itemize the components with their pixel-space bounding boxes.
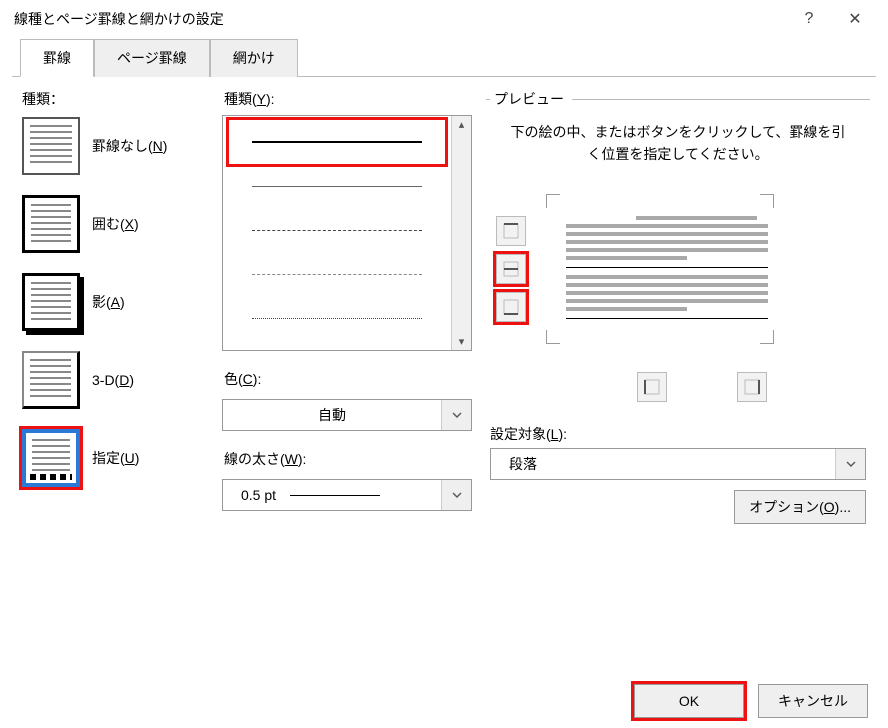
preview-legend: プレビュー [490, 89, 572, 109]
tab-shading[interactable]: 網かけ [210, 39, 298, 77]
line-style-solid[interactable] [229, 120, 445, 164]
setting-shadow-thumb [22, 273, 80, 331]
preview-left-border-button[interactable] [637, 372, 667, 402]
scroll-down-icon[interactable]: ▾ [452, 335, 471, 348]
setting-box-label: 囲む(X) [92, 214, 139, 234]
line-style-dot[interactable] [229, 296, 445, 340]
width-combo[interactable]: 0.5 pt [222, 479, 472, 511]
preview-instruction: 下の絵の中、またはボタンをクリックして、罫線を引く位置を指定してください。 [490, 117, 866, 178]
help-icon[interactable]: ? [786, 5, 832, 33]
ok-button[interactable]: OK [634, 684, 744, 718]
color-value: 自動 [223, 405, 441, 425]
title-bar: 線種とページ罫線と網かけの設定 ? ✕ [0, 0, 888, 38]
style-scrollbar[interactable]: ▴ ▾ [451, 116, 471, 350]
setting-3d-thumb [22, 351, 80, 409]
chevron-down-icon[interactable] [441, 400, 471, 430]
dialog-title: 線種とページ罫線と網かけの設定 [14, 9, 786, 29]
line-style-dash[interactable] [229, 208, 445, 252]
tab-borders[interactable]: 罫線 [20, 39, 94, 77]
color-heading: 色(C): [224, 369, 472, 389]
preview-top-border-button[interactable] [496, 216, 526, 246]
chevron-down-icon[interactable] [441, 480, 471, 510]
setting-shadow-label: 影(A) [92, 292, 125, 312]
style-column: 種類(Y): ▴ ▾ 色(C): 自動 線の太さ(W): 0.5 pt [222, 89, 472, 630]
dialog-footer: OK キャンセル [634, 684, 868, 718]
close-icon[interactable]: ✕ [832, 5, 878, 33]
line-style-dash-small[interactable] [229, 252, 445, 296]
line-style-list[interactable]: ▴ ▾ [222, 115, 472, 351]
setting-none-label: 罫線なし(N) [92, 136, 167, 156]
preview-right-border-button[interactable] [737, 372, 767, 402]
tab-page-border[interactable]: ページ罫線 [94, 39, 210, 77]
line-style-thin[interactable] [229, 164, 445, 208]
options-button[interactable]: オプション(O)... [734, 490, 866, 524]
style-heading: 種類(Y): [224, 89, 472, 109]
apply-to-heading: 設定対象(L): [490, 424, 866, 444]
preview-inside-h-border-button[interactable] [496, 254, 526, 284]
setting-3d[interactable]: 3-D(D) [18, 351, 208, 409]
cancel-button[interactable]: キャンセル [758, 684, 868, 718]
apply-to-value: 段落 [491, 454, 835, 474]
apply-to-combo[interactable]: 段落 [490, 448, 866, 480]
width-heading: 線の太さ(W): [224, 449, 472, 469]
setting-heading: 種類： [22, 89, 208, 109]
setting-custom[interactable]: 指定(U) [18, 429, 208, 487]
scroll-up-icon[interactable]: ▴ [452, 118, 471, 131]
tab-panel: 種類： 罫線なし(N) 囲む(X) 影(A) 3-D(D) 指定(U) 種類(Y… [12, 76, 876, 636]
preview-group: プレビュー 下の絵の中、またはボタンをクリックして、罫線を引く位置を指定してくだ… [486, 89, 870, 524]
setting-custom-label: 指定(U) [92, 448, 139, 468]
setting-box-thumb [22, 195, 80, 253]
setting-3d-label: 3-D(D) [92, 372, 134, 388]
setting-shadow[interactable]: 影(A) [18, 273, 208, 331]
color-combo[interactable]: 自動 [222, 399, 472, 431]
setting-custom-thumb [22, 429, 80, 487]
setting-none-thumb [22, 117, 80, 175]
chevron-down-icon[interactable] [835, 449, 865, 479]
preview-bottom-border-button[interactable] [496, 292, 526, 322]
tabstrip: 罫線 ページ罫線 網かけ [20, 38, 888, 76]
preview-area [496, 178, 866, 344]
preview-canvas[interactable] [546, 194, 802, 344]
setting-none[interactable]: 罫線なし(N) [18, 117, 208, 175]
setting-column: 種類： 罫線なし(N) 囲む(X) 影(A) 3-D(D) 指定(U) [18, 89, 208, 630]
setting-box[interactable]: 囲む(X) [18, 195, 208, 253]
width-value: 0.5 pt [223, 487, 441, 503]
preview-column: プレビュー 下の絵の中、またはボタンをクリックして、罫線を引く位置を指定してくだ… [486, 89, 870, 630]
